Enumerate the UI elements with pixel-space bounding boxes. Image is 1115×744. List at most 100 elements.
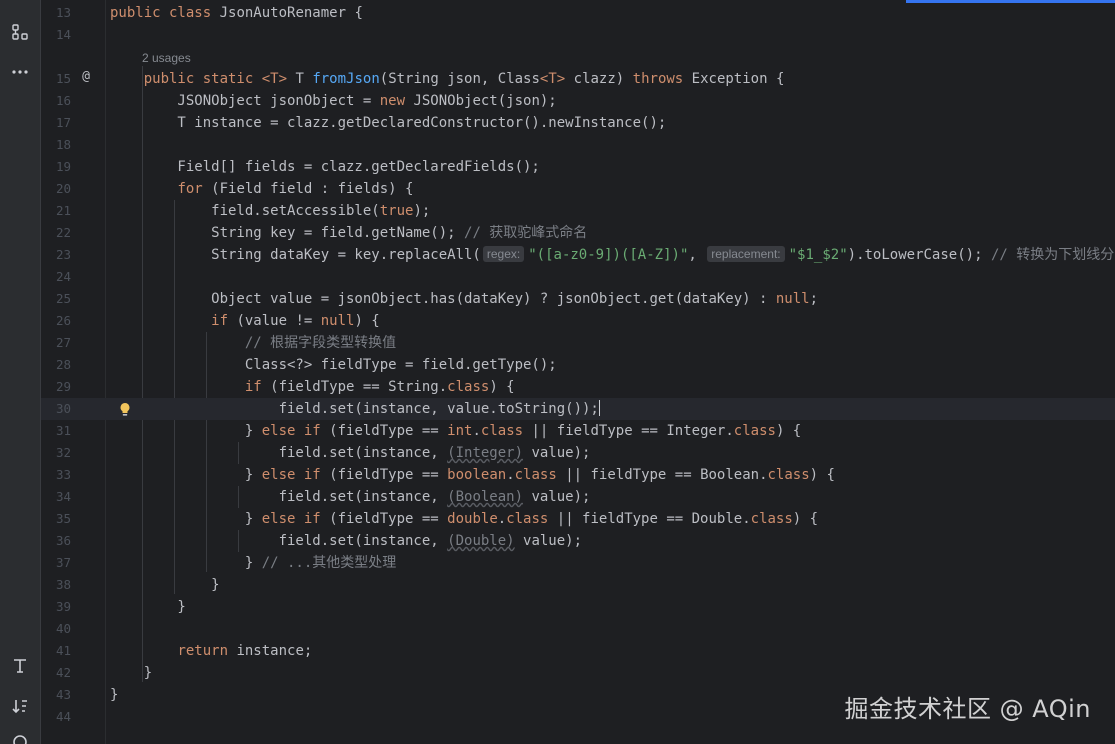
code-line[interactable]: 20 for (Field field : fields) { bbox=[41, 178, 1115, 200]
implementation-marker-icon[interactable]: @ bbox=[79, 69, 93, 84]
line-number[interactable]: 16 bbox=[41, 90, 71, 112]
code-line[interactable]: 27 // 根据字段类型转换值 bbox=[41, 332, 1115, 354]
code-text[interactable]: } bbox=[110, 574, 219, 596]
lightbulb-icon[interactable] bbox=[118, 401, 132, 417]
code-text[interactable]: field.set(instance, (Boolean) value); bbox=[110, 486, 591, 508]
line-number[interactable]: 39 bbox=[41, 596, 71, 618]
code-text[interactable]: public static <T> T fromJson(String json… bbox=[110, 68, 785, 90]
code-line[interactable]: 26 if (value != null) { bbox=[41, 310, 1115, 332]
code-text[interactable]: } bbox=[110, 684, 118, 706]
code-line[interactable]: 30 field.set(instance, value.toString())… bbox=[41, 398, 1115, 420]
line-number[interactable]: 29 bbox=[41, 376, 71, 398]
sort-icon[interactable] bbox=[8, 694, 32, 718]
line-number[interactable]: 20 bbox=[41, 178, 71, 200]
line-number[interactable]: 41 bbox=[41, 640, 71, 662]
code-line[interactable]: 39 } bbox=[41, 596, 1115, 618]
text-format-icon[interactable] bbox=[8, 654, 32, 678]
line-number[interactable]: 44 bbox=[41, 706, 71, 728]
code-text[interactable]: Field[] fields = clazz.getDeclaredFields… bbox=[110, 156, 539, 178]
code-line[interactable]: 36 field.set(instance, (Double) value); bbox=[41, 530, 1115, 552]
code-line[interactable]: 33 } else if (fieldType == boolean.class… bbox=[41, 464, 1115, 486]
line-number[interactable]: 22 bbox=[41, 222, 71, 244]
code-line[interactable]: 17 T instance = clazz.getDeclaredConstru… bbox=[41, 112, 1115, 134]
line-number[interactable]: 34 bbox=[41, 486, 71, 508]
code-line[interactable]: 40 bbox=[41, 618, 1115, 640]
code-text[interactable]: String dataKey = key.replaceAll(regex: "(… bbox=[110, 244, 1115, 266]
code-line[interactable]: 37 } // ...其他类型处理 bbox=[41, 552, 1115, 574]
code-text[interactable]: field.set(instance, (Integer) value); bbox=[110, 442, 591, 464]
code-line[interactable]: 25 Object value = jsonObject.has(dataKey… bbox=[41, 288, 1115, 310]
code-text[interactable]: } else if (fieldType == double.class || … bbox=[110, 508, 818, 530]
left-tool-strip bbox=[0, 0, 41, 744]
line-number[interactable]: 14 bbox=[41, 24, 71, 46]
line-number[interactable]: 26 bbox=[41, 310, 71, 332]
code-text[interactable]: T instance = clazz.getDeclaredConstructo… bbox=[110, 112, 666, 134]
code-line[interactable]: 19 Field[] fields = clazz.getDeclaredFie… bbox=[41, 156, 1115, 178]
line-number[interactable]: 32 bbox=[41, 442, 71, 464]
line-number[interactable]: 30 bbox=[41, 398, 71, 420]
code-text[interactable]: public class JsonAutoRenamer { bbox=[110, 2, 363, 24]
code-text[interactable]: } else if (fieldType == boolean.class ||… bbox=[110, 464, 835, 486]
line-number[interactable]: 35 bbox=[41, 508, 71, 530]
code-text[interactable]: // 根据字段类型转换值 bbox=[110, 332, 396, 354]
line-number[interactable]: 13 bbox=[41, 2, 71, 24]
code-line[interactable]: 38 } bbox=[41, 574, 1115, 596]
line-number[interactable]: 37 bbox=[41, 552, 71, 574]
code-text[interactable]: } // ...其他类型处理 bbox=[110, 552, 396, 574]
code-text[interactable]: field.setAccessible(true); bbox=[110, 200, 430, 222]
line-number[interactable]: 25 bbox=[41, 288, 71, 310]
code-text[interactable]: field.set(instance, value.toString()); bbox=[110, 398, 600, 420]
code-text[interactable]: } bbox=[110, 662, 152, 684]
line-number[interactable]: 15 bbox=[41, 68, 71, 90]
usages-hint[interactable]: 2 usages bbox=[142, 48, 191, 68]
line-number[interactable]: 31 bbox=[41, 420, 71, 442]
code-line[interactable]: 42 } bbox=[41, 662, 1115, 684]
code-line[interactable]: 31 } else if (fieldType == int.class || … bbox=[41, 420, 1115, 442]
code-line[interactable]: 23 String dataKey = key.replaceAll(regex… bbox=[41, 244, 1115, 266]
code-line[interactable]: 28 Class<?> fieldType = field.getType(); bbox=[41, 354, 1115, 376]
line-number[interactable]: 28 bbox=[41, 354, 71, 376]
code-text[interactable]: Class<?> fieldType = field.getType(); bbox=[110, 354, 557, 376]
code-text[interactable]: if (fieldType == String.class) { bbox=[110, 376, 515, 398]
code-line[interactable]: 21 field.setAccessible(true); bbox=[41, 200, 1115, 222]
line-number[interactable]: 40 bbox=[41, 618, 71, 640]
line-number[interactable]: 42 bbox=[41, 662, 71, 684]
structure-icon[interactable] bbox=[8, 20, 32, 44]
code-line[interactable]: 13 public class JsonAutoRenamer { bbox=[41, 2, 1115, 24]
line-number[interactable]: 23 bbox=[41, 244, 71, 266]
code-line[interactable]: 24 bbox=[41, 266, 1115, 288]
code-text[interactable]: if (value != null) { bbox=[110, 310, 380, 332]
code-text[interactable]: for (Field field : fields) { bbox=[110, 178, 413, 200]
line-number[interactable]: 21 bbox=[41, 200, 71, 222]
code-line[interactable]: 34 field.set(instance, (Boolean) value); bbox=[41, 486, 1115, 508]
line-number[interactable]: 38 bbox=[41, 574, 71, 596]
line-number[interactable]: 27 bbox=[41, 332, 71, 354]
code-line[interactable]: 29 if (fieldType == String.class) { bbox=[41, 376, 1115, 398]
code-text[interactable]: } else if (fieldType == int.class || fie… bbox=[110, 420, 801, 442]
code-text[interactable]: Object value = jsonObject.has(dataKey) ?… bbox=[110, 288, 818, 310]
line-number[interactable]: 36 bbox=[41, 530, 71, 552]
code-line[interactable]: 35 } else if (fieldType == double.class … bbox=[41, 508, 1115, 530]
code-line[interactable]: 22 String key = field.getName(); // 获取驼峰… bbox=[41, 222, 1115, 244]
line-number[interactable]: 33 bbox=[41, 464, 71, 486]
code-line[interactable]: 16 JSONObject jsonObject = new JSONObjec… bbox=[41, 90, 1115, 112]
code-text[interactable]: return instance; bbox=[110, 640, 312, 662]
code-line[interactable]: 18 bbox=[41, 134, 1115, 156]
line-number[interactable]: 24 bbox=[41, 266, 71, 288]
active-tab-indicator bbox=[906, 0, 1115, 3]
code-line[interactable]: 32 field.set(instance, (Integer) value); bbox=[41, 442, 1115, 464]
more-icon[interactable] bbox=[8, 60, 32, 84]
code-text[interactable]: JSONObject jsonObject = new JSONObject(j… bbox=[110, 90, 556, 112]
settings-icon[interactable] bbox=[8, 730, 32, 744]
line-number[interactable]: 18 bbox=[41, 134, 71, 156]
line-number[interactable]: 43 bbox=[41, 684, 71, 706]
code-line[interactable]: 14 bbox=[41, 24, 1115, 46]
code-text[interactable]: field.set(instance, (Double) value); bbox=[110, 530, 582, 552]
code-editor[interactable]: 2 usages 13 public class JsonAutoRenamer … bbox=[41, 0, 1115, 744]
code-line[interactable]: 41 return instance; bbox=[41, 640, 1115, 662]
code-line[interactable]: 15 public static <T> T fromJson(String j… bbox=[41, 68, 1115, 90]
code-text[interactable]: } bbox=[110, 596, 185, 618]
code-text[interactable]: String key = field.getName(); // 获取驼峰式命名 bbox=[110, 222, 587, 244]
line-number[interactable]: 19 bbox=[41, 156, 71, 178]
line-number[interactable]: 17 bbox=[41, 112, 71, 134]
